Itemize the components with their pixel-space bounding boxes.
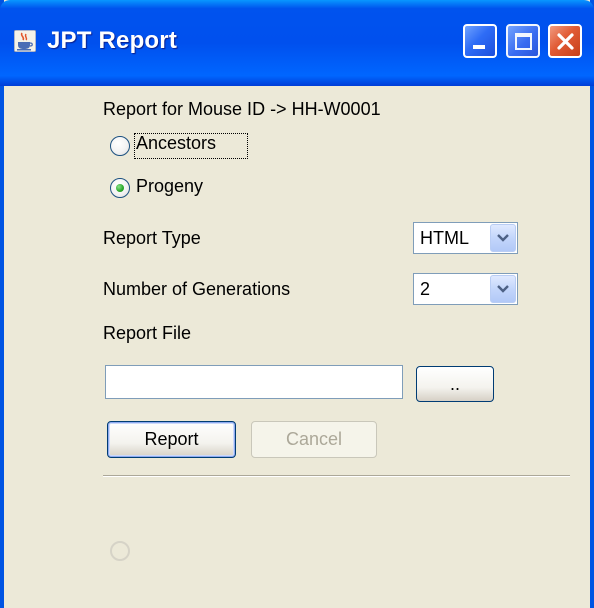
generations-value: 2	[420, 279, 431, 299]
minimize-icon	[473, 45, 485, 49]
progeny-label[interactable]: Progeny	[136, 176, 203, 197]
ancestors-radio[interactable]	[110, 136, 130, 156]
radio-selected-dot	[116, 184, 124, 192]
generations-select[interactable]: 2	[413, 273, 518, 305]
chevron-down-icon	[497, 285, 509, 293]
generations-dropdown-button[interactable]	[490, 275, 516, 303]
report-button[interactable]: Report	[107, 421, 236, 458]
report-type-value: HTML	[420, 228, 469, 248]
report-type-select[interactable]: HTML	[413, 222, 518, 254]
ancestors-label[interactable]: Ancestors	[136, 133, 216, 154]
progeny-radio[interactable]	[110, 178, 130, 198]
report-dialog: JPT Report Report for Mouse ID -> HH-W00…	[0, 0, 594, 608]
generations-label: Number of Generations	[103, 279, 291, 299]
divider	[103, 475, 570, 477]
report-type-label: Report Type	[103, 228, 201, 248]
report-file-input[interactable]	[105, 365, 403, 399]
report-for-label: Report for Mouse ID -> HH-W0001	[103, 99, 381, 119]
close-button[interactable]	[548, 24, 582, 58]
minimize-button[interactable]	[463, 24, 497, 58]
chevron-down-icon	[497, 234, 509, 242]
cancel-button[interactable]: Cancel	[251, 421, 377, 458]
status-indicator	[110, 541, 130, 561]
title-bar[interactable]: JPT Report	[0, 0, 594, 86]
java-cup-icon	[14, 30, 36, 52]
window-title: JPT Report	[47, 27, 178, 54]
browse-button[interactable]: ..	[416, 366, 494, 402]
report-file-label: Report File	[103, 323, 192, 343]
maximize-icon	[515, 33, 532, 50]
close-icon	[557, 33, 574, 50]
maximize-button[interactable]	[506, 24, 540, 58]
report-type-dropdown-button[interactable]	[490, 224, 516, 252]
